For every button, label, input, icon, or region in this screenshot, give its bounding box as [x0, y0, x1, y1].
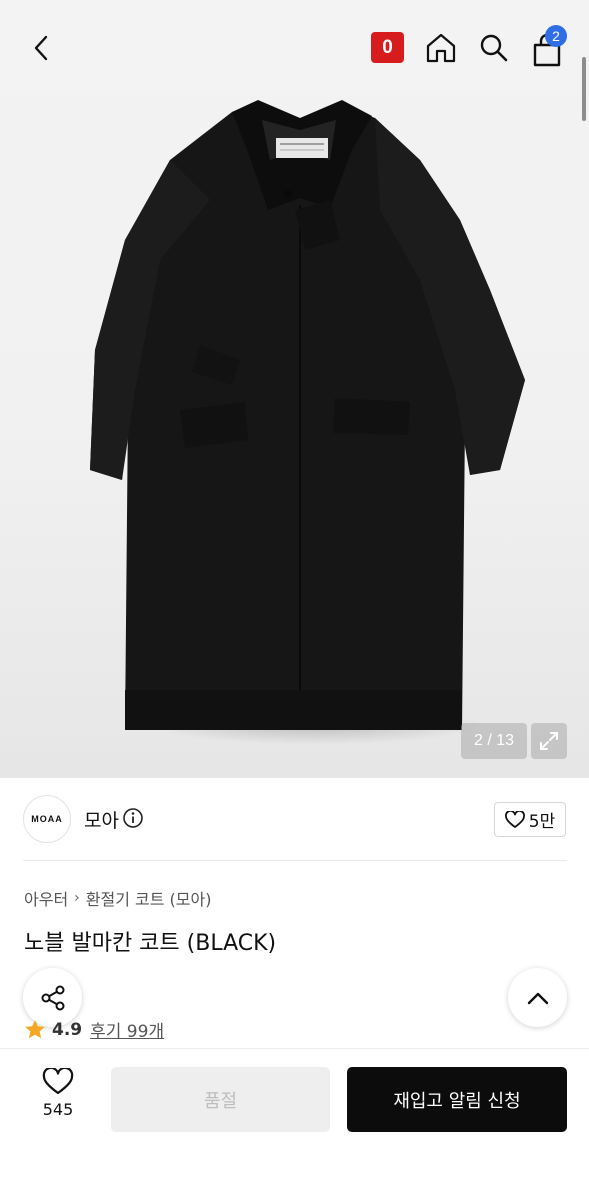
breadcrumb: 아우터 › 환절기 코트 (모아): [24, 886, 211, 910]
share-icon: [41, 985, 64, 1010]
divider: [23, 860, 567, 861]
badge-label: 0: [382, 36, 393, 58]
rating-row: 4.9 후기 99개: [24, 1017, 164, 1042]
image-counter: 2 / 13: [461, 723, 527, 759]
expand-icon: [540, 732, 558, 750]
chevron-up-icon: [527, 992, 548, 1004]
reviews-link[interactable]: 후기 99개: [90, 1017, 164, 1042]
product-image[interactable]: [0, 0, 589, 778]
brand-name[interactable]: 모아: [84, 806, 119, 833]
star-icon: [25, 1020, 45, 1039]
scrollbar[interactable]: [582, 57, 586, 121]
cart-count-badge: 2: [545, 25, 567, 47]
home-button[interactable]: [421, 28, 461, 68]
heart-icon: [504, 810, 525, 828]
coat-illustration: [90, 100, 525, 730]
search-button[interactable]: [474, 28, 514, 68]
brand-like-count: 5만: [528, 812, 556, 832]
chevron-right-icon: ›: [74, 890, 80, 906]
breadcrumb-item-outer[interactable]: 아우터: [24, 886, 68, 910]
heart-icon: [42, 1068, 74, 1095]
breadcrumb-item-category[interactable]: 환절기 코트 (모아): [86, 886, 212, 910]
wishlist-count: 545: [42, 1100, 74, 1119]
back-button[interactable]: [22, 28, 62, 68]
search-icon: [480, 34, 508, 62]
top-navigation-bar: 0 2: [0, 0, 589, 95]
restock-alert-button[interactable]: 재입고 알림 신청: [347, 1067, 567, 1132]
brand-badge-button[interactable]: 0: [371, 32, 404, 63]
brand-like-button[interactable]: 5만: [494, 802, 566, 837]
brand-logo-text: MOAA: [31, 814, 63, 824]
scroll-to-top-button[interactable]: [508, 968, 567, 1027]
soldout-button: 품절: [111, 1067, 330, 1132]
info-icon[interactable]: [122, 807, 144, 829]
rating-value: 4.9: [52, 1019, 83, 1040]
cart-button[interactable]: 2: [525, 25, 569, 68]
home-icon: [426, 33, 456, 63]
wishlist-button[interactable]: 545: [28, 1068, 88, 1130]
chevron-left-icon: [34, 35, 48, 61]
brand-logo[interactable]: MOAA: [23, 795, 71, 843]
product-title: 노블 발마칸 코트 (BLACK): [24, 931, 277, 956]
expand-image-button[interactable]: [531, 723, 567, 759]
